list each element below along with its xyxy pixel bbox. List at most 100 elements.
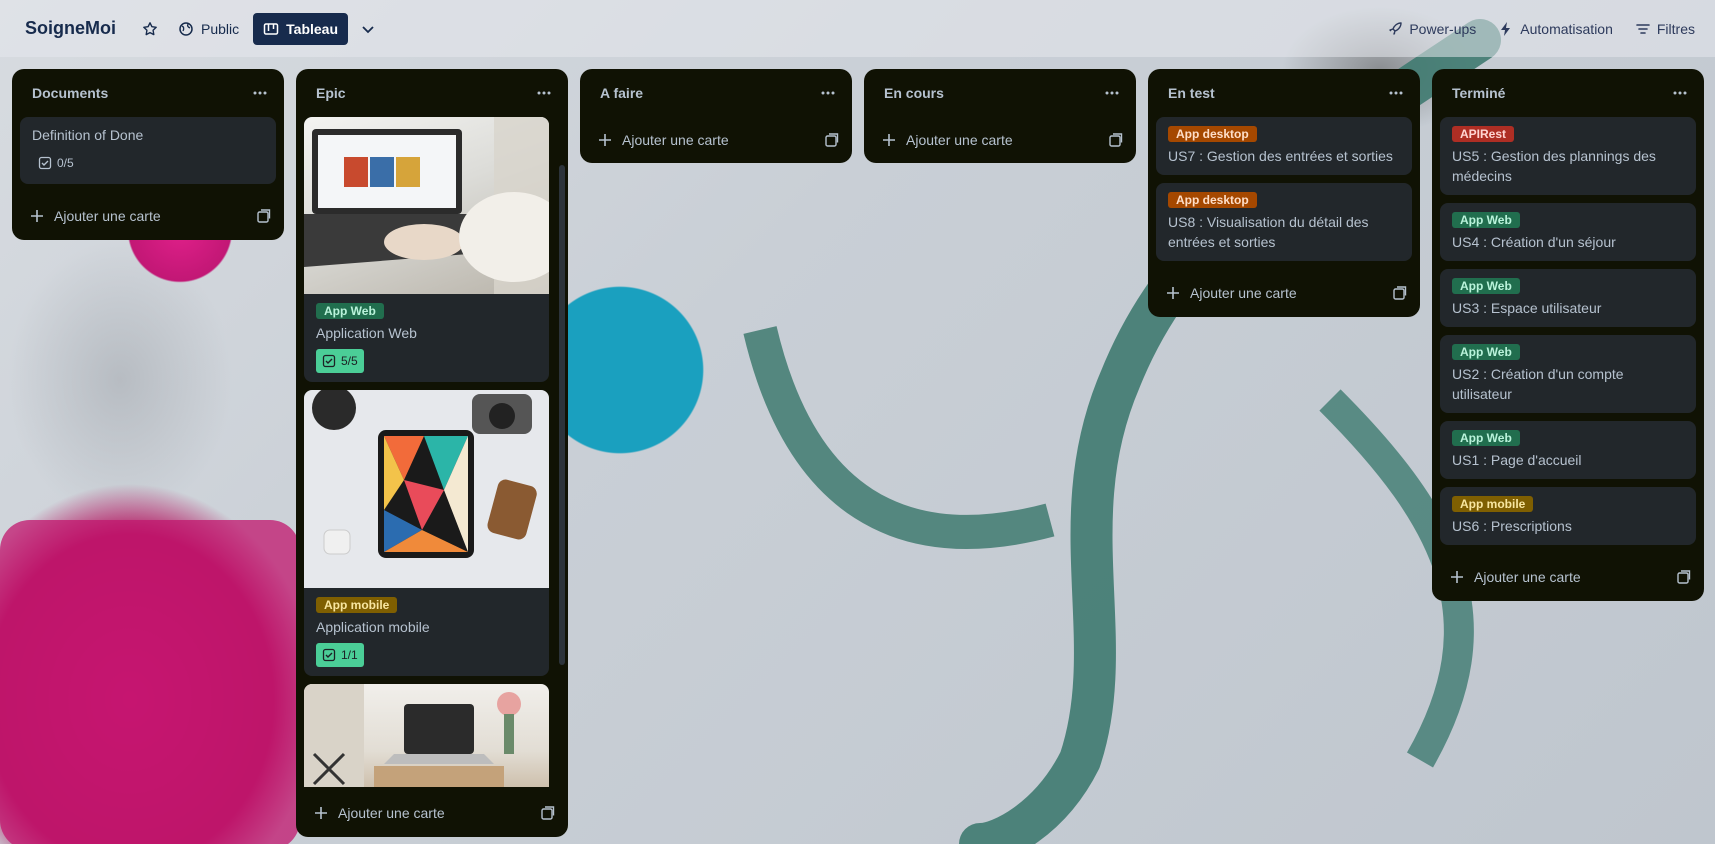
list-menu-button[interactable] [250,83,270,103]
add-card-button[interactable]: Ajouter une carte [882,132,1013,148]
list-title[interactable]: Terminé [1452,85,1505,101]
card[interactable]: APIRest US5 : Gestion des plannings des … [1440,117,1696,195]
list-header: A faire [580,69,852,117]
card[interactable]: App Web US2 : Création d'un compte utili… [1440,335,1696,413]
card[interactable]: App Web US3 : Espace utilisateur [1440,269,1696,327]
view-switcher-board[interactable]: Tableau [253,12,349,45]
add-card-button[interactable]: Ajouter une carte [1450,569,1581,585]
card-label: APIRest [1452,126,1515,142]
powerups-button[interactable]: Power-ups [1379,13,1484,45]
checklist-count: 1/1 [341,648,358,662]
list-menu-button[interactable] [534,83,554,103]
card-title: US1 : Page d'accueil [1452,452,1582,468]
card-title: Application mobile [316,619,430,635]
filters-button[interactable]: Filtres [1627,13,1703,45]
checklist-badge: 0/5 [32,151,80,175]
lightning-icon [1501,21,1511,36]
card-title: US5 : Gestion des plannings des médecins [1452,148,1656,184]
card[interactable]: App Web US4 : Création d'un séjour [1440,203,1696,261]
card-label: App Web [1452,212,1520,228]
card[interactable]: App Web Application Web 5/5 [304,117,549,382]
list-en-test: En test App desktop US7 : Gestion des en… [1148,69,1420,317]
card-template-icon[interactable] [256,208,272,224]
checklist-icon [322,648,336,662]
list-menu-button[interactable] [1670,83,1690,103]
globe-icon [179,21,193,36]
checklist-count: 5/5 [341,354,358,368]
list-title[interactable]: En cours [884,85,944,101]
checklist-count: 0/5 [57,156,74,170]
add-card-row: Ajouter une carte [296,789,568,837]
card-label: App desktop [1168,126,1257,142]
list-header: En test [1148,69,1420,117]
list-title[interactable]: Epic [316,85,346,101]
add-card-button[interactable]: Ajouter une carte [314,805,445,821]
list-a-faire: A faire Ajouter une carte [580,69,852,163]
card-title: Application Web [316,325,417,341]
powerups-label: Power-ups [1409,20,1477,37]
card-template-icon[interactable] [1676,569,1692,585]
card[interactable] [304,684,549,787]
automation-label: Automatisation [1520,20,1613,37]
rocket-icon [1389,21,1403,35]
card-template-icon[interactable] [1392,285,1408,301]
automation-button[interactable]: Automatisation [1490,13,1621,45]
list-title[interactable]: Documents [32,85,108,101]
card[interactable]: App mobile Application mobile 1/1 [304,390,549,676]
add-card-row: Ajouter une carte [864,117,1136,163]
add-card-label: Ajouter une carte [1190,285,1297,301]
card-title: US6 : Prescriptions [1452,518,1572,534]
filter-icon [1636,23,1650,34]
more-horizontal-icon [821,91,835,95]
card-cover-image [304,390,549,588]
checklist-icon [322,354,336,368]
list-title[interactable]: En test [1168,85,1215,101]
list-termine: Terminé APIRest US5 : Gestion des planni… [1432,69,1704,601]
add-card-button[interactable]: Ajouter une carte [1166,285,1297,301]
checklist-badge: 1/1 [316,643,364,667]
view-dropdown-button[interactable] [352,13,384,45]
add-card-button[interactable]: Ajouter une carte [30,208,161,224]
list-title[interactable]: A faire [600,85,643,101]
list-scrollbar[interactable] [559,165,565,665]
card[interactable]: App desktop US7 : Gestion des entrées et… [1156,117,1412,175]
more-horizontal-icon [1673,91,1687,95]
card[interactable]: App mobile US6 : Prescriptions [1440,487,1696,545]
list-cards-scroll[interactable]: App Web Application Web 5/5 App mobile A… [296,117,568,787]
card-cover-image [304,684,549,787]
card[interactable]: Definition of Done 0/5 [20,117,276,184]
card-title: US8 : Visualisation du détail des entrée… [1168,214,1369,250]
list-menu-button[interactable] [818,83,838,103]
card-title: US7 : Gestion des entrées et sorties [1168,148,1393,164]
card-label: App mobile [316,597,398,613]
list-menu-button[interactable] [1102,83,1122,103]
card-template-icon[interactable] [540,805,556,821]
list-menu-button[interactable] [1386,83,1406,103]
add-card-row: Ajouter une carte [1432,553,1704,601]
card-title: US3 : Espace utilisateur [1452,300,1602,316]
star-button[interactable] [136,13,164,45]
add-card-label: Ajouter une carte [906,132,1013,148]
card-template-icon[interactable] [1108,132,1124,148]
card-label: App Web [1452,278,1520,294]
card-title: US4 : Création d'un séjour [1452,234,1616,250]
add-card-label: Ajouter une carte [1474,569,1581,585]
filters-label: Filtres [1656,20,1695,37]
add-card-label: Ajouter une carte [622,132,729,148]
more-horizontal-icon [253,91,267,95]
more-horizontal-icon [1389,91,1403,95]
card-label: App Web [1452,344,1520,360]
card-label: App desktop [1168,192,1257,208]
card-title: US2 : Création d'un compte utilisateur [1452,366,1624,402]
add-card-row: Ajouter une carte [580,117,852,163]
add-card-label: Ajouter une carte [54,208,161,224]
card[interactable]: App desktop US8 : Visualisation du détai… [1156,183,1412,261]
card[interactable]: App Web US1 : Page d'accueil [1440,421,1696,479]
board-title[interactable]: SoigneMoi [25,18,116,39]
card-template-icon[interactable] [824,132,840,148]
more-horizontal-icon [537,91,551,95]
add-card-button[interactable]: Ajouter une carte [598,132,729,148]
card-title: Definition of Done [32,127,144,143]
list-header: En cours [864,69,1136,117]
visibility-button[interactable]: Public [170,13,247,45]
